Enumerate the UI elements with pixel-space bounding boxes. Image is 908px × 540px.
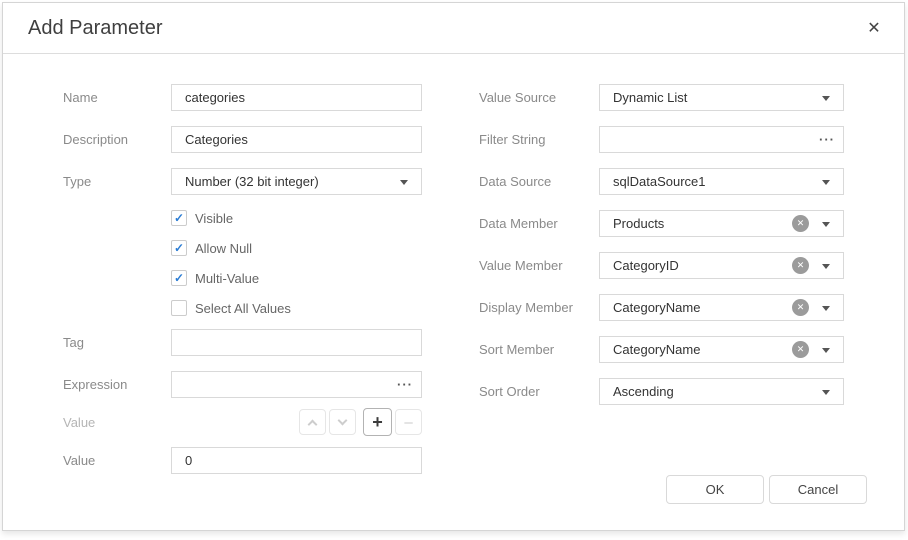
dropdown-arrow-icon	[822, 348, 830, 353]
display-member-label: Display Member	[479, 300, 573, 315]
tag-input[interactable]	[172, 330, 421, 355]
sort-member-label: Sort Member	[479, 342, 555, 357]
allow-null-checkbox-row: ✓ Allow Null	[171, 239, 252, 257]
multi-value-checkbox-row: ✓ Multi-Value	[171, 269, 259, 287]
description-label: Description	[63, 132, 129, 147]
sort-member-clear-button[interactable]: ✕	[792, 341, 809, 358]
close-icon: ✕	[867, 20, 881, 37]
name-label: Name	[63, 90, 98, 105]
sort-member-dropdown[interactable]: CategoryName ✕	[599, 336, 844, 363]
type-label: Type	[63, 174, 92, 189]
value-input[interactable]	[172, 448, 421, 473]
clear-icon: ✕	[796, 302, 805, 312]
dropdown-arrow-icon	[822, 264, 830, 269]
dropdown-arrow-icon	[400, 180, 408, 185]
sort-order-dropdown[interactable]: Ascending	[599, 378, 844, 405]
visible-checkbox[interactable]: ✓	[171, 210, 187, 226]
sort-order-value: Ascending	[613, 384, 674, 399]
add-parameter-dialog: Add Parameter ✕ Name Description Type Nu…	[2, 2, 905, 531]
allow-null-checkbox[interactable]: ✓	[171, 240, 187, 256]
dropdown-arrow-icon	[822, 180, 830, 185]
dropdown-arrow-icon	[822, 222, 830, 227]
data-source-value: sqlDataSource1	[613, 174, 706, 189]
value-field[interactable]	[171, 447, 422, 474]
ellipsis-icon: ···	[819, 131, 835, 147]
type-value: Number (32 bit integer)	[185, 174, 319, 189]
tag-label: Tag	[63, 335, 84, 350]
data-member-dropdown[interactable]: Products ✕	[599, 210, 844, 237]
dialog-header: Add Parameter ✕	[3, 3, 904, 54]
value-remove-button[interactable]: –	[395, 409, 422, 435]
check-icon: ✓	[173, 271, 185, 285]
value-member-dropdown[interactable]: CategoryID ✕	[599, 252, 844, 279]
chevron-down-icon	[337, 415, 348, 426]
tag-field[interactable]	[171, 329, 422, 356]
sort-order-label: Sort Order	[479, 384, 540, 399]
description-field[interactable]	[171, 126, 422, 153]
filter-string-ellipsis-button[interactable]: ···	[819, 127, 835, 152]
plus-icon: +	[372, 412, 383, 432]
cancel-button[interactable]: Cancel	[769, 475, 867, 504]
value-move-down-button[interactable]	[329, 409, 356, 435]
description-input[interactable]	[172, 127, 421, 152]
close-button[interactable]: ✕	[862, 17, 886, 41]
visible-checkbox-row: ✓ Visible	[171, 209, 233, 227]
display-member-clear-button[interactable]: ✕	[792, 299, 809, 316]
expression-input[interactable]	[172, 372, 421, 397]
display-member-dropdown[interactable]: CategoryName ✕	[599, 294, 844, 321]
dropdown-arrow-icon	[822, 306, 830, 311]
value-source-label: Value Source	[479, 90, 557, 105]
ellipsis-icon: ···	[397, 376, 413, 392]
expression-label: Expression	[63, 377, 128, 392]
data-source-label: Data Source	[479, 174, 552, 189]
check-icon: ✓	[173, 241, 185, 255]
value-move-up-button[interactable]	[299, 409, 326, 435]
name-field[interactable]	[171, 84, 422, 111]
value-source-value: Dynamic List	[613, 90, 688, 105]
data-member-label: Data Member	[479, 216, 558, 231]
allow-null-checkbox-label: Allow Null	[195, 240, 253, 256]
multi-value-checkbox[interactable]: ✓	[171, 270, 187, 286]
clear-icon: ✕	[796, 218, 805, 228]
check-icon: ✓	[173, 211, 185, 225]
expression-ellipsis-button[interactable]: ···	[397, 372, 413, 397]
filter-string-input[interactable]	[600, 127, 843, 152]
dropdown-arrow-icon	[822, 96, 830, 101]
ok-button[interactable]: OK	[666, 475, 764, 504]
type-dropdown[interactable]: Number (32 bit integer)	[171, 168, 422, 195]
dialog-title: Add Parameter	[28, 17, 163, 39]
value-stepper-label: Value	[63, 415, 96, 430]
filter-string-label: Filter String	[479, 132, 546, 147]
select-all-values-checkbox-row: Select All Values	[171, 299, 291, 317]
data-member-clear-button[interactable]: ✕	[792, 215, 809, 232]
data-source-dropdown[interactable]: sqlDataSource1	[599, 168, 844, 195]
value-member-clear-button[interactable]: ✕	[792, 257, 809, 274]
expression-field[interactable]: ···	[171, 371, 422, 398]
name-input[interactable]	[172, 85, 421, 110]
chevron-up-icon	[307, 419, 318, 429]
clear-icon: ✕	[796, 260, 805, 270]
value-source-dropdown[interactable]: Dynamic List	[599, 84, 844, 111]
value-add-button[interactable]: +	[363, 408, 392, 436]
select-all-values-checkbox[interactable]	[171, 300, 187, 316]
dropdown-arrow-icon	[822, 390, 830, 395]
clear-icon: ✕	[796, 344, 805, 354]
minus-icon: –	[404, 413, 413, 431]
filter-string-field[interactable]: ···	[599, 126, 844, 153]
select-all-values-checkbox-label: Select All Values	[195, 300, 291, 316]
visible-checkbox-label: Visible	[195, 210, 234, 226]
value-member-label: Value Member	[479, 258, 563, 273]
value-label: Value	[63, 453, 96, 468]
multi-value-checkbox-label: Multi-Value	[195, 270, 260, 286]
